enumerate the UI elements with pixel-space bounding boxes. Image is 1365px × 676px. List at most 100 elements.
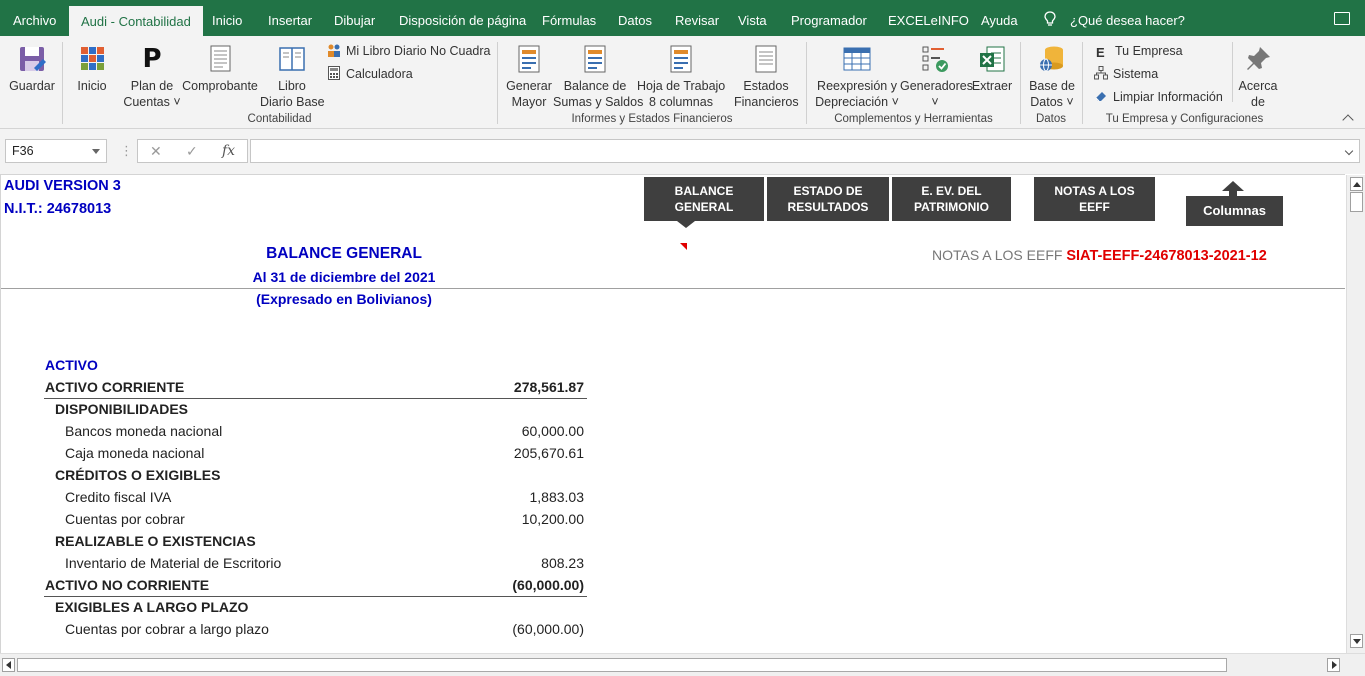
comprobante-button[interactable]: Comprobante bbox=[182, 44, 258, 94]
row-amount: 60,000.00 bbox=[521, 423, 584, 439]
nav-balance-general-button[interactable]: BALANCE GENERAL bbox=[644, 177, 764, 221]
notes-reference: NOTAS A LOS EEFF SIAT-EEFF-24678013-2021… bbox=[932, 247, 1267, 264]
row-label: REALIZABLE O EXISTENCIAS bbox=[55, 533, 256, 549]
tab-exceleinfo[interactable]: EXCELeINFO bbox=[878, 5, 979, 36]
comment-icon[interactable] bbox=[1334, 12, 1350, 25]
formula-input[interactable] bbox=[250, 139, 1360, 163]
group-complementos-label: Complementos y Herramientas bbox=[834, 113, 993, 125]
report-title: BALANCE GENERAL bbox=[266, 245, 422, 262]
hoja-trabajo-button[interactable]: Hoja de Trabajo 8 columnas bbox=[637, 44, 725, 110]
row-label: Caja moneda nacional bbox=[65, 445, 205, 461]
nav-estado-resultados-button[interactable]: ESTADO DE RESULTADOS bbox=[767, 177, 889, 221]
divider bbox=[1, 288, 1345, 289]
horizontal-scrollbar[interactable] bbox=[0, 653, 1365, 676]
chevron-down-icon[interactable] bbox=[92, 149, 100, 154]
report-icon bbox=[666, 44, 696, 74]
tab-ayuda[interactable]: Ayuda bbox=[971, 5, 1028, 36]
scroll-thumb[interactable] bbox=[1350, 192, 1363, 212]
separator bbox=[497, 42, 498, 124]
row-label: Inventario de Material de Escritorio bbox=[65, 555, 282, 571]
worksheet[interactable]: AUDI VERSION 3 N.I.T.: 24678013 BALANCE … bbox=[0, 174, 1345, 653]
tab-datos[interactable]: Datos bbox=[608, 5, 662, 36]
extraer-button[interactable]: Extraer bbox=[970, 44, 1014, 94]
row-label: ACTIVO bbox=[45, 357, 98, 373]
name-box[interactable]: F36 bbox=[5, 139, 107, 163]
document-icon bbox=[205, 44, 235, 74]
generar-mayor-button[interactable]: Generar Mayor bbox=[505, 44, 553, 110]
notes-code: SIAT-EEFF-24678013-2021-12 bbox=[1066, 248, 1267, 264]
tu-empresa-button[interactable]: E Tu Empresa bbox=[1096, 42, 1183, 60]
tell-me-search[interactable]: ¿Qué desea hacer? bbox=[1070, 5, 1185, 36]
scroll-thumb[interactable] bbox=[17, 658, 1227, 672]
lightbulb-icon bbox=[1044, 11, 1056, 26]
vertical-scrollbar[interactable] bbox=[1346, 175, 1365, 653]
nav-patrimonio-button[interactable]: E. EV. DEL PATRIMONIO bbox=[892, 177, 1011, 221]
tab-disposicion[interactable]: Disposición de página bbox=[389, 5, 536, 36]
triangle-right-icon bbox=[1332, 661, 1337, 669]
tab-dibujar[interactable]: Dibujar bbox=[324, 5, 385, 36]
acerca-de-button[interactable]: Acerca de bbox=[1236, 44, 1280, 110]
libro-diario-button[interactable]: Libro Diario Base bbox=[260, 44, 325, 110]
document-icon bbox=[751, 44, 781, 74]
scroll-right-button[interactable] bbox=[1327, 658, 1340, 672]
report-date: Al 31 de diciembre del 2021 bbox=[252, 269, 436, 285]
function-icon[interactable]: fx bbox=[222, 143, 235, 159]
tab-formulas[interactable]: Fórmulas bbox=[532, 5, 606, 36]
company-name: AUDI VERSION 3 bbox=[4, 178, 121, 194]
nav-notas-button[interactable]: NOTAS A LOS EEFF bbox=[1034, 177, 1155, 221]
tab-archivo[interactable]: Archivo bbox=[3, 5, 66, 36]
scroll-down-button[interactable] bbox=[1350, 634, 1363, 648]
row-amount bbox=[401, 596, 584, 618]
tab-vista[interactable]: Vista bbox=[728, 5, 777, 36]
dots-icon: ⋮ bbox=[120, 143, 133, 158]
group-empresa-label: Tu Empresa y Configuraciones bbox=[1105, 113, 1264, 125]
columnas-button[interactable]: Columnas bbox=[1186, 196, 1283, 226]
inicio-button[interactable]: Inicio bbox=[74, 44, 110, 94]
scroll-up-button[interactable] bbox=[1350, 177, 1363, 191]
enter-icon[interactable]: ✓ bbox=[186, 143, 198, 160]
mi-libro-button[interactable]: Mi Libro Diario No Cuadra bbox=[327, 42, 491, 60]
row-amount: (60,000.00) bbox=[512, 621, 584, 637]
sistema-button[interactable]: Sistema bbox=[1094, 65, 1158, 83]
database-icon bbox=[1037, 44, 1067, 74]
triangle-left-icon bbox=[6, 661, 11, 669]
row-amount: 808.23 bbox=[541, 555, 584, 571]
guardar-button[interactable]: Guardar bbox=[9, 44, 55, 94]
tab-audi-contabilidad[interactable]: Audi - Contabilidad bbox=[69, 6, 203, 36]
generadores-button[interactable]: Generadores ˅ bbox=[900, 44, 973, 110]
separator bbox=[62, 42, 63, 124]
scroll-left-button[interactable] bbox=[2, 658, 15, 672]
row-amount: 1,883.03 bbox=[529, 489, 585, 505]
calculator-icon bbox=[327, 66, 341, 80]
estados-financieros-button[interactable]: Estados Financieros bbox=[734, 44, 799, 110]
reexpresion-button[interactable]: Reexpresión y Depreciación ˅ bbox=[814, 44, 900, 110]
menu-bar: Archivo Audi - Contabilidad Inicio Inser… bbox=[0, 0, 1365, 36]
report-icon bbox=[580, 44, 610, 74]
cancel-icon[interactable]: ✕ bbox=[150, 143, 162, 160]
balance-sumas-button[interactable]: Balance de Sumas y Saldos bbox=[553, 44, 643, 110]
pin-icon bbox=[1243, 44, 1273, 74]
tab-revisar[interactable]: Revisar bbox=[665, 5, 729, 36]
active-pointer-icon bbox=[677, 221, 695, 228]
tab-insertar[interactable]: Insertar bbox=[258, 5, 322, 36]
group-contabilidad-label: Contabilidad bbox=[247, 113, 312, 125]
calculadora-button[interactable]: Calculadora bbox=[327, 65, 413, 83]
separator bbox=[1082, 42, 1083, 124]
chevron-down-icon[interactable] bbox=[1344, 146, 1354, 156]
row-amount: 10,200.00 bbox=[521, 511, 584, 527]
limpiar-button[interactable]: Limpiar Información bbox=[1094, 88, 1223, 106]
row-amount bbox=[401, 530, 584, 552]
tab-programador[interactable]: Programador bbox=[781, 5, 877, 36]
base-datos-button[interactable]: Base de Datos ˅ bbox=[1026, 44, 1078, 110]
table-icon bbox=[842, 44, 872, 74]
comment-indicator-icon bbox=[680, 243, 687, 250]
row-amount: 278,561.87 bbox=[513, 379, 584, 395]
plan-cuentas-button[interactable]: P Plan de Cuentas ˅ bbox=[120, 44, 184, 110]
group-datos-label: Datos bbox=[1035, 113, 1067, 125]
row-label: ACTIVO CORRIENTE bbox=[45, 379, 185, 395]
book-icon bbox=[277, 44, 307, 74]
row-amount bbox=[401, 398, 584, 420]
tab-inicio[interactable]: Inicio bbox=[202, 5, 252, 36]
people-icon bbox=[327, 43, 341, 57]
row-label: ACTIVO NO CORRIENTE bbox=[45, 577, 210, 593]
